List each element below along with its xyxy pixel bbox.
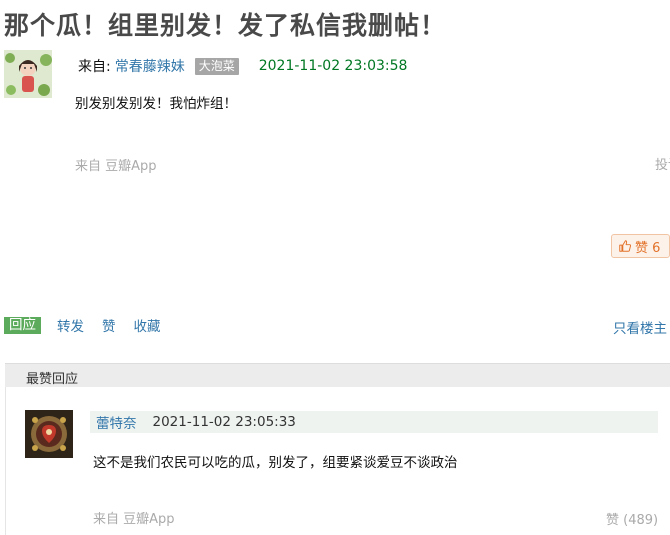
section-title: 最赞回应	[26, 372, 79, 387]
report-link[interactable]: 投诉	[655, 154, 670, 173]
post-title: 那个瓜！组里别发！发了私信我删帖！	[4, 11, 447, 40]
reply-avatar[interactable]	[25, 410, 73, 458]
author-link[interactable]: 常春藤辣妹	[115, 56, 185, 76]
like-button[interactable]: 赞 6	[611, 234, 670, 258]
top-replies-header: 最赞回应	[5, 363, 670, 387]
from-label: 来自:	[78, 59, 111, 75]
reply-author-link[interactable]: 蕾特奈	[96, 412, 137, 432]
post-body: 别发别发别发！我怕炸组！	[75, 96, 237, 112]
post-actions: 回应 转发 赞 收藏	[4, 315, 179, 335]
post-time: 2021-11-02 23:03:58	[258, 58, 408, 74]
post-meta: 来自: 常春藤辣妹 大泡菜 2021-11-02 23:03:58	[78, 56, 407, 76]
reply-body: 这不是我们农民可以吃的瓜，别发了，组要紧谈爱豆不谈政治	[93, 455, 458, 471]
reply-source: 来自 豆瓣App	[93, 512, 175, 527]
reply-button[interactable]: 回应	[4, 316, 41, 334]
author-avatar[interactable]	[4, 50, 52, 98]
collect-link[interactable]: 收藏	[134, 315, 161, 335]
post-source: 来自 豆瓣App	[75, 159, 157, 174]
reply-like-link[interactable]: 赞 (489)	[606, 509, 658, 528]
author-badge: 大泡菜	[194, 57, 239, 75]
thumbs-up-icon	[619, 240, 632, 252]
like-count-label: 赞 6	[635, 240, 661, 256]
avatar-illustration-icon	[4, 50, 52, 98]
reply-meta: 蕾特奈 2021-11-02 23:05:33	[90, 411, 658, 433]
section-divider	[5, 387, 6, 535]
repost-link[interactable]: 转发	[57, 315, 84, 335]
like-link[interactable]: 赞	[102, 315, 116, 335]
only-op-link[interactable]: 只看楼主	[613, 317, 667, 337]
reply-time: 2021-11-02 23:05:33	[152, 414, 296, 430]
reply-avatar-illustration-icon	[25, 410, 73, 458]
